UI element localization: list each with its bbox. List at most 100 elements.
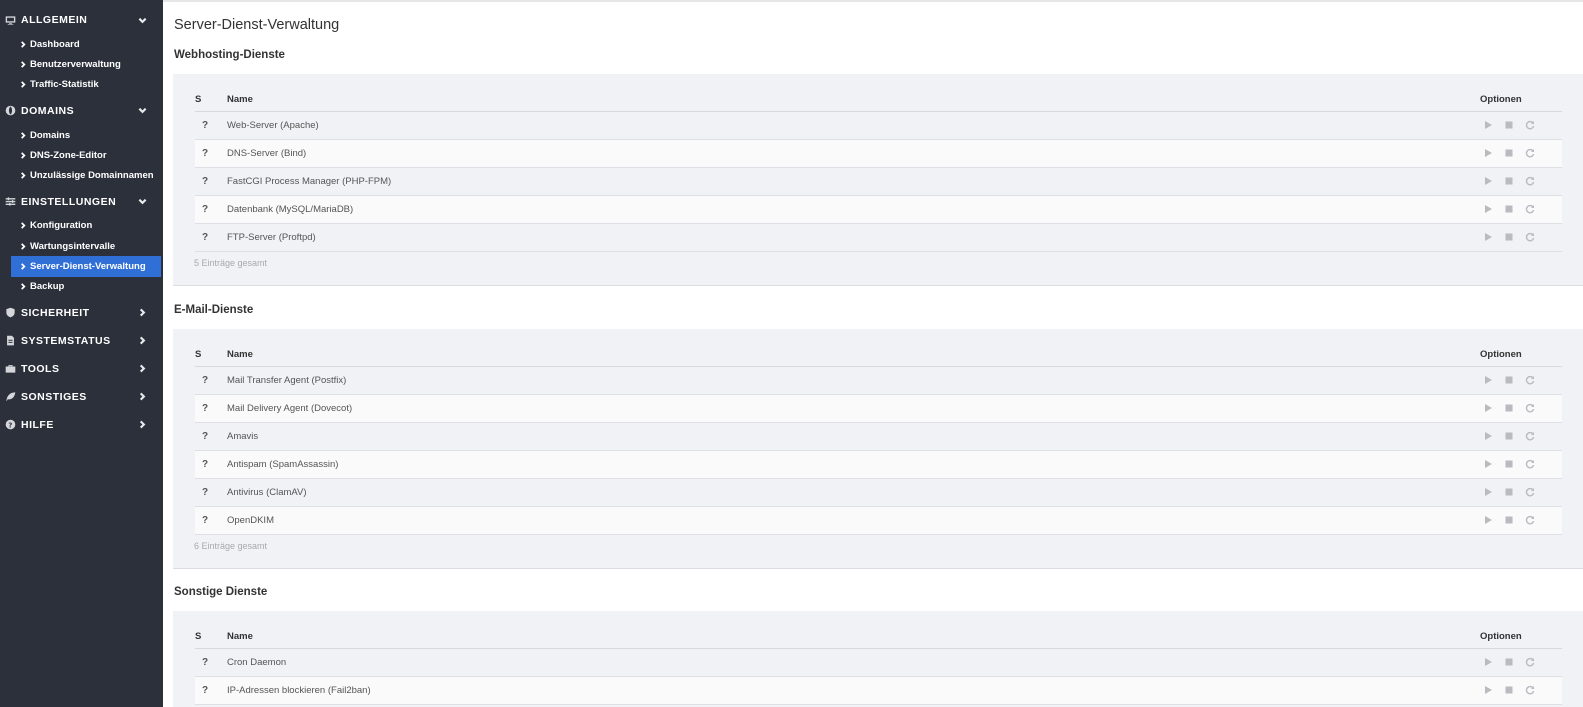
sidebar-item-dns-zone-editor[interactable]: DNS-Zone-Editor — [0, 145, 163, 165]
nav-group-header-sonstiges[interactable]: SONSTIGES — [0, 383, 163, 411]
restart-icon[interactable] — [1524, 459, 1535, 470]
panel-sonstige: S Name Optionen ? Cron Daemon ? IP-Adres… — [173, 611, 1583, 707]
stop-icon[interactable] — [1503, 176, 1514, 187]
play-icon[interactable] — [1482, 375, 1493, 386]
sidebar-item-backup[interactable]: Backup — [0, 277, 163, 297]
service-name: Mail Transfer Agent (Postfix) — [227, 366, 1480, 395]
status-cell: ? — [195, 478, 227, 507]
nav-group-header-tools[interactable]: TOOLS — [0, 355, 163, 383]
sidebar-item-domains[interactable]: Domains — [0, 125, 163, 145]
status-cell: ? — [195, 366, 227, 395]
sidebar-item-dashboard[interactable]: Dashboard — [0, 34, 163, 54]
service-name: OpenDKIM — [227, 506, 1480, 535]
status-cell: ? — [195, 223, 227, 252]
nav-group-header-allgemein[interactable]: ALLGEMEIN — [0, 6, 163, 34]
restart-icon[interactable] — [1524, 431, 1535, 442]
chevron-right-icon — [137, 420, 147, 430]
services-table-webhosting: S Name Optionen ? Web-Server (Apache) ? — [195, 88, 1562, 252]
stop-icon[interactable] — [1503, 459, 1514, 470]
column-header-name: Name — [227, 88, 1480, 112]
restart-icon[interactable] — [1524, 232, 1535, 243]
leaf-icon — [4, 391, 16, 403]
restart-icon[interactable] — [1524, 176, 1535, 187]
status-cell: ? — [195, 676, 227, 705]
play-icon[interactable] — [1482, 403, 1493, 414]
sidebar-item-wartungsintervalle[interactable]: Wartungsintervalle — [0, 236, 163, 256]
status-cell: ? — [195, 506, 227, 535]
nav-group-domains: DOMAINS Domains DNS-Zone-Editor Unzuläss… — [0, 97, 163, 186]
chevron-right-icon — [20, 222, 27, 230]
sidebar-item-label: Domains — [30, 129, 71, 141]
nav-group-header-sicherheit[interactable]: SICHERHEIT — [0, 299, 163, 327]
restart-icon[interactable] — [1524, 120, 1535, 131]
play-icon[interactable] — [1482, 431, 1493, 442]
play-icon[interactable] — [1482, 120, 1493, 131]
nav-group-allgemein: ALLGEMEIN Dashboard Benutzerverwaltung T… — [0, 6, 163, 95]
stop-icon[interactable] — [1503, 657, 1514, 668]
options-group — [1480, 204, 1562, 215]
status-cell: ? — [195, 195, 227, 224]
service-name: Antivirus (ClamAV) — [227, 478, 1480, 507]
options-group — [1480, 403, 1562, 414]
table-row: ? Antivirus (ClamAV) — [195, 478, 1562, 507]
options-group — [1480, 515, 1562, 526]
stop-icon[interactable] — [1503, 148, 1514, 159]
stop-icon[interactable] — [1503, 487, 1514, 498]
nav-group-header-einstellungen[interactable]: EINSTELLUNGEN — [0, 188, 163, 216]
play-icon[interactable] — [1482, 204, 1493, 215]
stop-icon[interactable] — [1503, 204, 1514, 215]
nav-group-header-hilfe[interactable]: ? HILFE — [0, 411, 163, 439]
section-title-sonstige: Sonstige Dienste — [174, 586, 268, 598]
chevron-right-icon — [137, 308, 147, 318]
stop-icon[interactable] — [1503, 685, 1514, 696]
options-group — [1480, 375, 1562, 386]
table-row: ? DNS-Server (Bind) — [195, 139, 1562, 168]
chevron-right-icon — [137, 392, 147, 402]
play-icon[interactable] — [1482, 148, 1493, 159]
play-icon[interactable] — [1482, 459, 1493, 470]
sidebar-item-konfiguration[interactable]: Konfiguration — [0, 216, 163, 236]
sidebar-item-label: Backup — [30, 281, 65, 293]
restart-icon[interactable] — [1524, 403, 1535, 414]
restart-icon[interactable] — [1524, 204, 1535, 215]
restart-icon[interactable] — [1524, 487, 1535, 498]
restart-icon[interactable] — [1524, 657, 1535, 668]
stop-icon[interactable] — [1503, 431, 1514, 442]
stop-icon[interactable] — [1503, 232, 1514, 243]
options-group — [1480, 459, 1562, 470]
nav-group-header-domains[interactable]: DOMAINS — [0, 97, 163, 125]
sidebar-item-benutzerverwaltung[interactable]: Benutzerverwaltung — [0, 54, 163, 74]
table-row: ? IP-Adressen blockieren (Fail2ban) — [195, 676, 1562, 705]
chevron-right-icon — [20, 40, 27, 48]
entries-total: 6 Einträge gesamt — [194, 540, 268, 551]
sidebar-item-server-dienst-verwaltung[interactable]: Server-Dienst-Verwaltung — [11, 256, 161, 277]
sidebar-item-unzulaessige-domainnamen[interactable]: Unzulässige Domainnamen — [0, 165, 163, 185]
play-icon[interactable] — [1482, 232, 1493, 243]
restart-icon[interactable] — [1524, 685, 1535, 696]
sidebar-item-label: Konfiguration — [30, 220, 93, 232]
restart-icon[interactable] — [1524, 148, 1535, 159]
nav-group-label: SICHERHEIT — [21, 306, 90, 319]
chevron-right-icon — [20, 172, 27, 179]
sidebar-item-traffic-statistik[interactable]: Traffic-Statistik — [0, 75, 163, 95]
restart-icon[interactable] — [1524, 375, 1535, 386]
document-icon — [4, 335, 16, 347]
play-icon[interactable] — [1482, 685, 1493, 696]
play-icon[interactable] — [1482, 657, 1493, 668]
play-icon[interactable] — [1482, 176, 1493, 187]
stop-icon[interactable] — [1503, 403, 1514, 414]
sidebar-item-label: Traffic-Statistik — [30, 79, 99, 91]
table-row: ? Mail Transfer Agent (Postfix) — [195, 366, 1562, 395]
stop-icon[interactable] — [1503, 515, 1514, 526]
sidebar-item-label: Dashboard — [30, 38, 80, 50]
sidebar-item-label: Server-Dienst-Verwaltung — [30, 261, 146, 273]
stop-icon[interactable] — [1503, 120, 1514, 131]
column-header-status: S — [195, 343, 227, 367]
play-icon[interactable] — [1482, 487, 1493, 498]
column-header-status: S — [195, 88, 227, 112]
nav-group-header-systemstatus[interactable]: SYSTEMSTATUS — [0, 327, 163, 355]
stop-icon[interactable] — [1503, 375, 1514, 386]
column-header-name: Name — [227, 343, 1480, 367]
play-icon[interactable] — [1482, 515, 1493, 526]
restart-icon[interactable] — [1524, 515, 1535, 526]
